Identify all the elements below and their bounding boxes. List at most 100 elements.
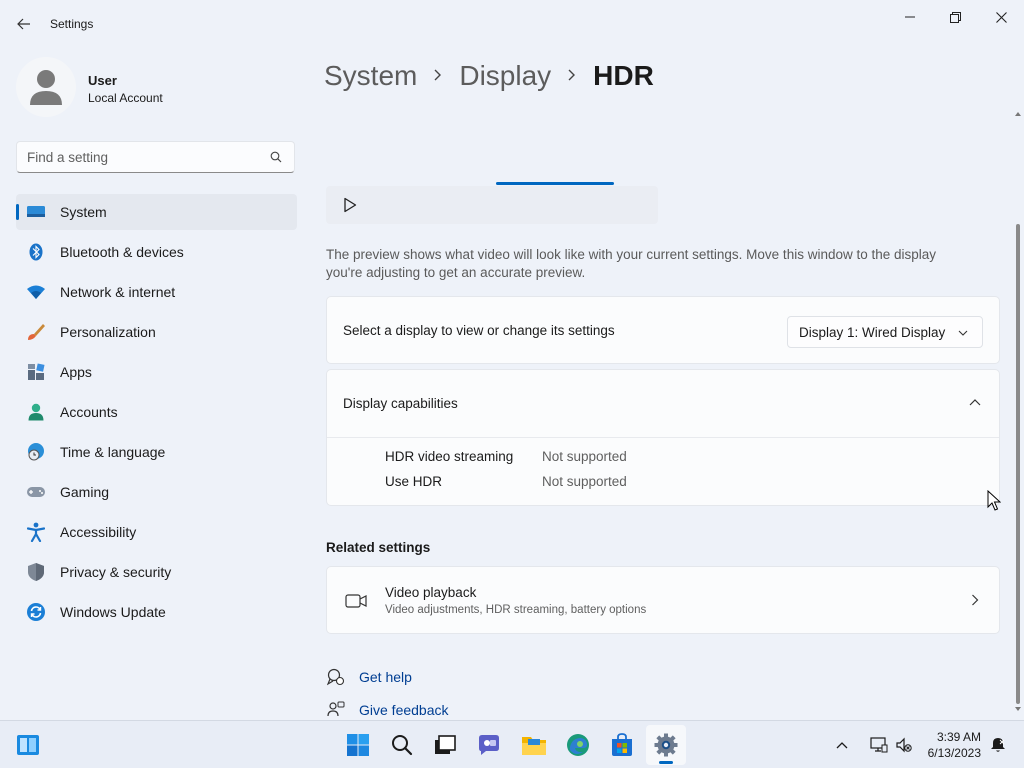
clock[interactable]: 3:39 AM 6/13/2023 xyxy=(928,729,981,761)
play-icon xyxy=(344,197,357,213)
give-feedback-link[interactable]: Give feedback xyxy=(326,699,449,721)
notifications-button[interactable] xyxy=(985,725,1011,765)
edge-icon xyxy=(567,734,589,756)
title-bar: Settings xyxy=(0,0,1024,48)
sidebar-item-network[interactable]: Network & internet xyxy=(16,274,297,310)
sidebar-item-personalization[interactable]: Personalization xyxy=(16,314,297,350)
chevron-up-icon[interactable] xyxy=(969,398,981,408)
help-icon xyxy=(326,667,346,687)
start-icon xyxy=(347,734,369,756)
start-button[interactable] xyxy=(338,725,378,765)
settings-search[interactable] xyxy=(16,141,295,173)
sidebar-item-windows-update[interactable]: Windows Update xyxy=(16,594,297,630)
sidebar-item-time-language[interactable]: Time & language xyxy=(16,434,297,470)
globe-clock-icon xyxy=(26,443,46,461)
bluetooth-icon xyxy=(26,243,46,261)
system-icon xyxy=(26,203,46,221)
sidebar-item-label: Accessibility xyxy=(60,524,137,540)
chevron-up-icon xyxy=(836,742,848,749)
user-name: User xyxy=(88,73,117,88)
chevron-down-icon xyxy=(958,330,968,336)
breadcrumb: System Display HDR xyxy=(324,58,654,94)
close-icon xyxy=(995,11,1007,23)
taskbar-search-button[interactable] xyxy=(382,725,422,765)
file-explorer-button[interactable] xyxy=(514,725,554,765)
sidebar-item-label: Bluetooth & devices xyxy=(60,244,184,260)
sidebar-item-label: Network & internet xyxy=(60,284,176,300)
volume-tray-button[interactable] xyxy=(892,725,916,765)
task-view-button[interactable] xyxy=(425,725,465,765)
video-playback-subtitle: Video adjustments, HDR streaming, batter… xyxy=(385,604,647,616)
chat-icon xyxy=(479,735,499,755)
chevron-right-icon xyxy=(972,594,979,606)
search-input[interactable] xyxy=(27,142,267,172)
user-avatar-icon xyxy=(30,70,62,105)
settings-icon xyxy=(654,733,678,757)
sidebar-item-label: System xyxy=(60,204,107,220)
sidebar-item-label: Gaming xyxy=(60,484,110,500)
breadcrumb-system[interactable]: System xyxy=(324,60,417,92)
capability-value: Not supported xyxy=(542,474,627,489)
settings-taskbar-button[interactable] xyxy=(646,725,686,765)
get-help-link[interactable]: Get help xyxy=(326,666,412,688)
sidebar-item-accessibility[interactable]: Accessibility xyxy=(16,514,297,550)
update-icon xyxy=(26,603,46,621)
account-type: Local Account xyxy=(88,91,163,105)
sidebar-item-label: Personalization xyxy=(60,324,156,340)
sidebar-item-label: Privacy & security xyxy=(60,564,172,580)
sidebar-item-accounts[interactable]: Accounts xyxy=(16,394,297,430)
search-icon[interactable] xyxy=(270,151,282,163)
minimize-icon xyxy=(905,16,915,18)
back-button[interactable] xyxy=(10,12,38,36)
task-view-icon xyxy=(435,735,456,754)
sidebar-item-gaming[interactable]: Gaming xyxy=(16,474,297,510)
sidebar-item-apps[interactable]: Apps xyxy=(16,354,297,390)
breadcrumb-chevron-icon xyxy=(551,66,593,87)
network-icon xyxy=(870,737,888,753)
sidebar-item-label: Accounts xyxy=(60,404,118,420)
sidebar-item-system[interactable]: System xyxy=(16,194,297,230)
sidebar-item-label: Time & language xyxy=(60,444,166,460)
capabilities-title: Display capabilities xyxy=(343,396,458,411)
video-camera-icon xyxy=(345,594,367,608)
close-button[interactable] xyxy=(978,4,1024,30)
preview-description: The preview shows what video will look l… xyxy=(326,247,937,280)
play-button[interactable] xyxy=(340,194,360,216)
store-button[interactable] xyxy=(602,725,642,765)
display-select-card: Select a display to view or change its s… xyxy=(326,296,1000,364)
scroll-up-icon[interactable] xyxy=(1014,110,1022,118)
sidebar-item-bluetooth[interactable]: Bluetooth & devices xyxy=(16,234,297,270)
network-tray-button[interactable] xyxy=(866,725,892,765)
settings-window: Settings User Local Account System xyxy=(0,0,1024,720)
page-title: HDR xyxy=(593,60,654,91)
breadcrumb-chevron-icon xyxy=(417,66,459,87)
user-profile[interactable]: User Local Account xyxy=(16,57,296,117)
show-hidden-icons-button[interactable] xyxy=(830,725,854,765)
minimize-button[interactable] xyxy=(887,4,933,30)
file-explorer-icon xyxy=(522,737,546,755)
display-dropdown-value: Display 1: Wired Display xyxy=(799,325,946,340)
restore-button[interactable] xyxy=(932,4,978,30)
scroll-thumb[interactable] xyxy=(1016,224,1020,704)
shield-icon xyxy=(26,563,46,581)
edge-button[interactable] xyxy=(558,725,598,765)
scroll-down-icon[interactable] xyxy=(1014,705,1022,713)
active-app-indicator xyxy=(659,761,673,764)
apps-icon xyxy=(26,363,46,381)
gamepad-icon xyxy=(26,483,46,501)
breadcrumb-display[interactable]: Display xyxy=(459,60,551,92)
clock-date: 6/13/2023 xyxy=(927,746,981,760)
notification-bell-icon xyxy=(991,738,1005,752)
restore-icon xyxy=(949,11,961,23)
video-playback-card[interactable]: Video playback Video adjustments, HDR st… xyxy=(326,566,1000,634)
widgets-button[interactable] xyxy=(8,725,48,765)
get-help-label: Get help xyxy=(359,669,412,685)
avatar xyxy=(16,57,76,117)
display-dropdown[interactable]: Display 1: Wired Display xyxy=(787,316,983,348)
video-progress-indicator xyxy=(496,182,614,185)
content-scrollbar[interactable] xyxy=(1012,108,1024,720)
chat-button[interactable] xyxy=(469,725,509,765)
sidebar-item-privacy[interactable]: Privacy & security xyxy=(16,554,297,590)
capabilities-header[interactable]: Display capabilities xyxy=(327,370,999,438)
display-capabilities-card: Display capabilities HDR video streaming… xyxy=(326,369,1000,506)
